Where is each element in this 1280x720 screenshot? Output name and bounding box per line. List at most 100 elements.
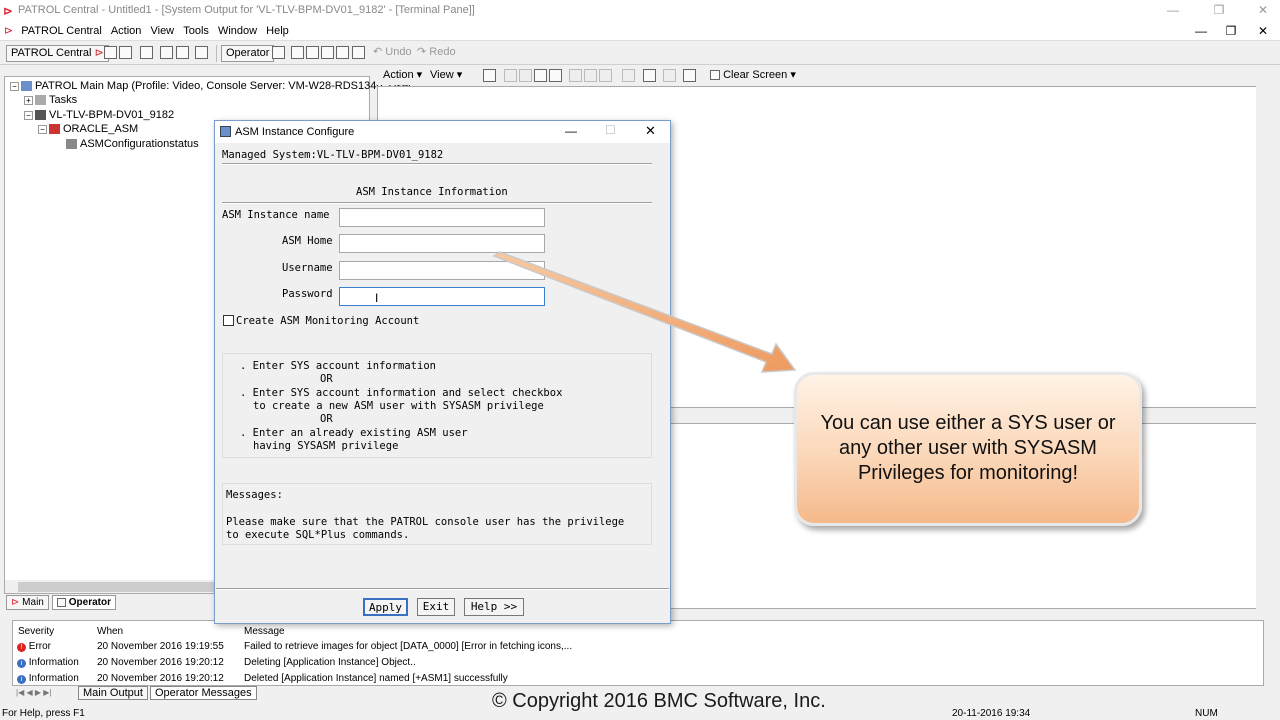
- dialog-close-button[interactable]: ✕: [645, 123, 656, 139]
- instance-name-field[interactable]: [340, 209, 544, 226]
- close-button[interactable]: ✕: [1240, 0, 1280, 22]
- refresh-icon[interactable]: [306, 45, 319, 59]
- log-row-severity: i Information: [17, 673, 79, 684]
- oracle-asm-icon: [49, 124, 60, 135]
- paste-icon[interactable]: [599, 68, 612, 82]
- tasks-icon: [35, 95, 46, 106]
- clear-screen-dropdown[interactable]: Clear Screen ▾: [710, 68, 796, 85]
- tree-root[interactable]: − PATROL Main Map (Profile: Video, Consol…: [10, 80, 412, 92]
- transfer-icon[interactable]: [483, 68, 496, 82]
- tree-instance-label: ORACLE_ASM: [63, 123, 139, 135]
- tab-main[interactable]: ⊳ Main: [6, 595, 49, 610]
- find-icon[interactable]: [291, 45, 304, 59]
- context-help-icon[interactable]: [195, 45, 208, 59]
- filter-icon[interactable]: [321, 45, 334, 59]
- terminal-input-scrollbar[interactable]: [1256, 423, 1270, 609]
- menu-view[interactable]: View: [147, 22, 177, 40]
- title-bar: ⊳ PATROL Central - Untitled1 - [System O…: [0, 0, 1280, 22]
- instruction-line-3b: having SYSASM privilege: [253, 440, 399, 452]
- view-dropdown[interactable]: View ▾: [430, 68, 462, 85]
- menu-patrol-central[interactable]: PATROL Central: [18, 22, 105, 40]
- clear-screen-label: Clear Screen: [723, 69, 788, 81]
- child-minimize-button[interactable]: —: [1186, 22, 1216, 41]
- save-file-icon[interactable]: [534, 68, 547, 82]
- menu-help[interactable]: Help: [263, 22, 292, 40]
- create-account-label[interactable]: Create ASM Monitoring Account: [236, 315, 419, 327]
- operator-icon[interactable]: [272, 45, 285, 59]
- help-hint: For Help, press F1: [2, 708, 85, 719]
- console-selector[interactable]: PATROL Central ⊳: [6, 45, 109, 62]
- when-header[interactable]: When: [97, 626, 123, 637]
- window-icon[interactable]: [160, 45, 173, 59]
- open-icon[interactable]: [104, 45, 117, 59]
- instance-name-label: ASM Instance name: [222, 209, 330, 221]
- terminal-scrollbar[interactable]: [1256, 86, 1270, 408]
- action-dropdown[interactable]: Action ▾: [383, 68, 422, 85]
- expand-icon[interactable]: +: [24, 95, 33, 105]
- dialog-maximize-button[interactable]: ☐: [605, 123, 616, 137]
- tree-host[interactable]: − VL-TLV-BPM-DV01_9182: [24, 109, 174, 121]
- menu-tools[interactable]: Tools: [180, 22, 212, 40]
- exit-button[interactable]: Exit: [417, 598, 455, 616]
- tab-operator-messages[interactable]: Operator Messages: [150, 686, 257, 700]
- collapse-icon[interactable]: −: [38, 124, 47, 134]
- log-row-severity: ! Error: [17, 641, 51, 652]
- operator-selector[interactable]: Operator: [221, 45, 275, 62]
- error-icon: !: [17, 643, 26, 652]
- main-toolbar: PATROL Central ⊳ Operator ↶ Undo ↷ Redo: [0, 42, 1280, 65]
- info-icon: i: [17, 675, 26, 684]
- asm-home-label: ASM Home: [282, 235, 333, 247]
- restore-button[interactable]: ❐: [1196, 0, 1242, 22]
- log-row-when: 20 November 2016 19:20:12: [97, 673, 224, 684]
- copy-icon[interactable]: [584, 68, 597, 82]
- window-title: PATROL Central - Untitled1 - [System Out…: [18, 4, 475, 16]
- tile-icon[interactable]: [176, 45, 189, 59]
- copyright-watermark: © Copyright 2016 BMC Software, Inc.: [492, 690, 826, 712]
- message-header[interactable]: Message: [244, 626, 285, 637]
- collapse-icon[interactable]: −: [24, 110, 33, 120]
- child-close-button[interactable]: ✕: [1248, 22, 1278, 41]
- help-button[interactable]: Help >>: [464, 598, 524, 616]
- severity-header[interactable]: Severity: [18, 626, 54, 637]
- undo-button[interactable]: ↶ Undo: [373, 45, 412, 62]
- console-label: PATROL Central: [11, 47, 92, 59]
- wrap-icon[interactable]: [663, 68, 676, 82]
- dialog-minimize-button[interactable]: —: [565, 124, 577, 138]
- redo-button[interactable]: ↷ Redo: [417, 45, 456, 62]
- tab-main-output[interactable]: Main Output: [78, 686, 148, 700]
- save-as-icon[interactable]: [549, 68, 562, 82]
- clear-icon[interactable]: [622, 68, 635, 82]
- tree-leaf[interactable]: ASMConfigurationstatus: [66, 138, 199, 150]
- log-scrollbar[interactable]: [1264, 620, 1278, 686]
- managed-system-label: Managed System:VL-TLV-BPM-DV01_9182: [222, 149, 444, 161]
- tree-leaf-label: ASMConfigurationstatus: [80, 138, 199, 150]
- binoculars-icon[interactable]: [683, 68, 696, 82]
- cut-icon[interactable]: [569, 68, 582, 82]
- tree-tasks[interactable]: + Tasks: [24, 94, 77, 106]
- print-icon[interactable]: [643, 68, 656, 82]
- open-file-icon[interactable]: [519, 68, 532, 82]
- tab-operator[interactable]: Operator: [52, 595, 117, 610]
- save-icon[interactable]: [119, 45, 132, 59]
- patrol-logo-icon: ⊳: [3, 4, 14, 18]
- terminal-toolbar: Action ▾ View ▾ Clear Screen ▾: [377, 65, 1280, 85]
- user-icon[interactable]: [336, 45, 349, 59]
- tree-instance[interactable]: − ORACLE_ASM: [38, 123, 138, 135]
- new-icon[interactable]: [504, 68, 517, 82]
- log-row-message: Deleting [Application Instance] Object..: [244, 657, 416, 668]
- menu-window[interactable]: Window: [215, 22, 260, 40]
- properties-icon[interactable]: [352, 45, 365, 59]
- apply-button[interactable]: Apply: [363, 598, 408, 616]
- collapse-icon[interactable]: −: [10, 81, 19, 91]
- child-restore-button[interactable]: ❐: [1216, 22, 1246, 41]
- layout-icon[interactable]: [140, 45, 153, 59]
- instruction-line-3: . Enter an already existing ASM user: [240, 427, 468, 439]
- create-account-checkbox[interactable]: [223, 315, 234, 326]
- instance-name-input[interactable]: [339, 208, 545, 227]
- callout-arrow: [492, 251, 797, 373]
- clear-screen-icon: [710, 70, 720, 81]
- action-label: Action: [383, 69, 414, 81]
- tab-scroll-arrows[interactable]: |◀ ◀ ▶ ▶|: [16, 688, 51, 697]
- menu-action[interactable]: Action: [108, 22, 145, 40]
- minimize-button[interactable]: —: [1150, 0, 1196, 22]
